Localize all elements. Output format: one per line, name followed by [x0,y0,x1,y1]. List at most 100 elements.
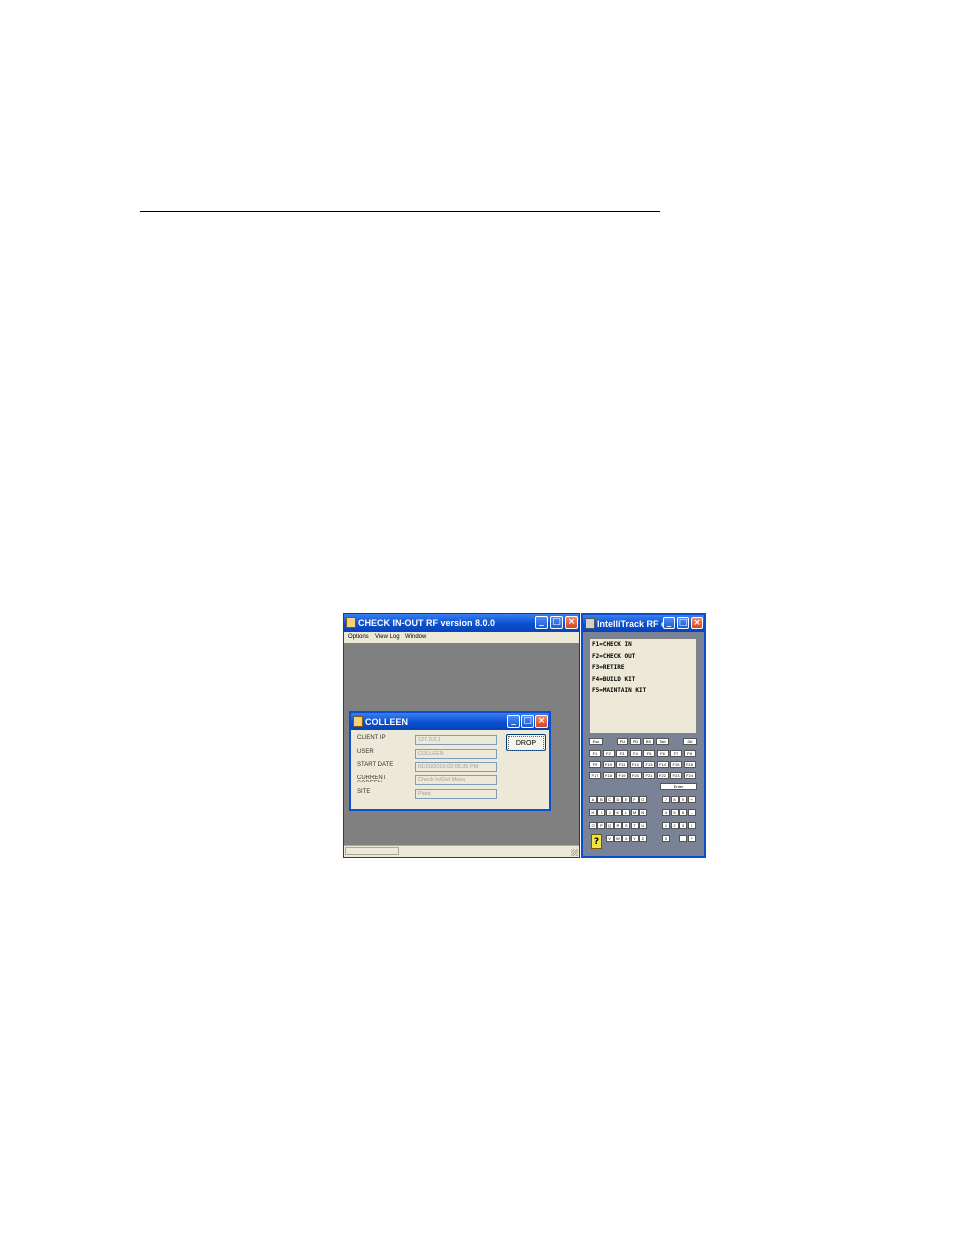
letter-key[interactable]: E [622,796,631,803]
dialog-close-icon[interactable]: × [535,715,548,728]
number-key[interactable]: / [687,822,696,829]
key-enter[interactable]: Enter [660,783,697,790]
resize-grip-icon[interactable] [571,849,578,856]
dialog-titlebar[interactable]: COLLEEN _ □ × [351,713,549,730]
rf-window-title: IntelliTrack RF c... [597,619,663,629]
function-key[interactable]: F22 [656,772,669,779]
number-key[interactable]: 7 [662,796,670,803]
key-pu[interactable]: PU [617,738,628,745]
function-key[interactable]: F15 [670,761,682,768]
letter-key[interactable]: C [605,796,614,803]
current-screen-field[interactable]: Check In/Out Menu [415,775,497,785]
number-key[interactable]: 6 [679,809,687,816]
letter-key[interactable]: Q [605,822,614,829]
client-ip-field[interactable]: 127.0.0.1 [415,735,497,745]
number-key[interactable]: 8 [670,796,679,803]
letter-key[interactable]: X [622,835,631,842]
start-date-field[interactable]: 01/20/2010 02:05:35 PM [415,762,497,772]
letter-key[interactable]: P [597,822,606,829]
key-bs[interactable]: BS [643,738,654,745]
function-key[interactable]: F12 [629,761,642,768]
function-key[interactable]: F1 [589,750,601,757]
user-field[interactable]: COLLEEN [415,749,497,759]
dialog-app-icon [353,716,363,727]
function-key[interactable]: F24 [683,772,696,779]
function-key[interactable]: F23 [670,772,682,779]
number-key[interactable]: 2 [670,822,679,829]
key-esc[interactable]: Esc [589,738,603,745]
menu-options[interactable]: Options [348,634,369,640]
number-key[interactable]: 4 [662,809,670,816]
letter-key[interactable]: O [589,822,597,829]
dialog-minimize-icon[interactable]: _ [507,715,520,728]
close-icon[interactable]: × [565,616,578,629]
site-field[interactable]: Plant [415,789,497,799]
letter-key[interactable]: N [638,809,647,816]
rf-titlebar[interactable]: IntelliTrack RF c... _ □ × [583,615,704,632]
function-key[interactable]: F17 [589,772,601,779]
key-dlt[interactable]: Dlt [683,738,697,745]
function-key[interactable]: F5 [643,750,655,757]
rf-maximize-icon[interactable]: □ [677,617,689,629]
function-key[interactable]: F16 [683,761,696,768]
number-key[interactable]: . [679,835,687,842]
function-key[interactable]: F10 [602,761,615,768]
number-key[interactable]: 0 [662,835,670,842]
letter-key[interactable]: I [597,809,606,816]
function-key[interactable]: F3 [616,750,628,757]
letter-key[interactable]: G [638,796,647,803]
function-key[interactable]: F19 [616,772,628,779]
number-key[interactable]: * [687,835,696,842]
letter-key[interactable]: A [589,796,597,803]
letter-key[interactable]: W [613,835,622,842]
letter-key[interactable]: K [613,809,622,816]
key-tab[interactable]: Tab [656,738,669,745]
letter-key[interactable]: U [638,822,647,829]
function-key[interactable]: F8 [683,750,696,757]
menu-window[interactable]: Window [405,634,426,640]
number-key[interactable]: 9 [679,796,687,803]
letter-key[interactable]: S [622,822,631,829]
function-key[interactable]: F2 [602,750,615,757]
key-pd[interactable]: PD [630,738,641,745]
letter-key[interactable]: J [605,809,614,816]
function-key[interactable]: F20 [629,772,642,779]
letter-key[interactable]: B [597,796,606,803]
letter-key[interactable]: V [605,835,614,842]
dialog-maximize-icon[interactable]: □ [521,715,534,728]
letter-key[interactable]: M [630,809,639,816]
rf-terminal-screen[interactable]: F1=CHECK IN F2=CHECK OUT F3=RETIRE F4=BU… [589,638,697,734]
function-key[interactable]: F13 [643,761,655,768]
number-key[interactable]: 5 [670,809,679,816]
function-key[interactable]: F18 [602,772,615,779]
main-titlebar[interactable]: CHECK IN-OUT RF version 8.0.0 _ □ × [344,614,579,632]
minimize-icon[interactable]: _ [535,616,548,629]
number-key[interactable]: + [687,796,696,803]
letter-key[interactable]: Y [630,835,639,842]
number-key[interactable]: - [687,809,696,816]
menu-view-log[interactable]: View Log [375,634,400,640]
letter-key[interactable]: R [613,822,622,829]
help-icon[interactable]: ? [591,834,602,849]
letter-key[interactable]: L [622,809,631,816]
maximize-icon[interactable]: □ [550,616,563,629]
function-key[interactable]: F7 [670,750,682,757]
letter-key[interactable]: H [589,809,597,816]
letter-key[interactable]: F [630,796,639,803]
function-key[interactable]: F4 [629,750,642,757]
letter-key[interactable]: T [630,822,639,829]
screen-line: F2=CHECK OUT [592,653,636,660]
letter-key[interactable]: D [613,796,622,803]
function-key[interactable]: F21 [643,772,655,779]
function-key[interactable]: F9 [589,761,601,768]
rf-minimize-icon[interactable]: _ [663,617,675,629]
app-icon [346,617,356,628]
function-key[interactable]: F14 [656,761,669,768]
number-key[interactable]: 1 [662,822,670,829]
function-key[interactable]: F6 [656,750,669,757]
number-key[interactable]: 3 [679,822,687,829]
function-key[interactable]: F11 [616,761,628,768]
letter-key[interactable]: Z [638,835,647,842]
drop-button[interactable]: DROP [506,734,546,751]
rf-close-icon[interactable]: × [691,617,703,629]
